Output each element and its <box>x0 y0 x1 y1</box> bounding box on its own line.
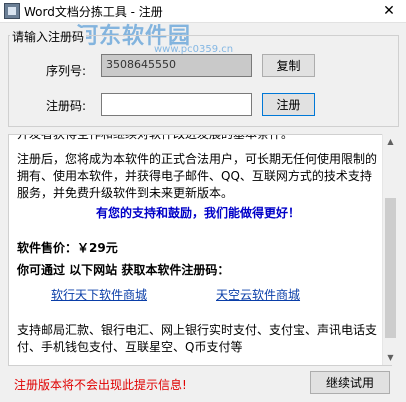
thanks-text: 有您的支持和鼓励，我们能做得更好！ <box>95 206 300 220</box>
scroll-up-icon[interactable]: ▲ <box>383 134 398 149</box>
info-panel: 开发者获得全作和继续对软件改进发展的基本条件。 注册后，您将成为本软件的正式合法… <box>8 134 392 366</box>
app-icon <box>4 3 20 19</box>
serial-label: 序列号: <box>46 64 87 78</box>
where-text: 你可通过 以下网站 获取本软件注册码： <box>17 263 230 277</box>
scroll-thumb[interactable] <box>385 198 396 338</box>
title-bar[interactable]: Word文档分拣工具 - 注册 ✕ <box>0 0 406 23</box>
register-group-title: 请输入注册码 <box>10 28 87 45</box>
code-label: 注册码: <box>46 99 87 113</box>
link-store-1[interactable]: 软行天下软件商城 <box>51 286 147 303</box>
info-cut-line: 开发者获得全作和继续对软件改进发展的基本条件。 <box>17 134 294 141</box>
info-scrollbar[interactable]: ▲ ▼ <box>382 134 398 365</box>
payment-text: 支持邮局汇款、银行电汇、网上银行实时支付、支付宝、声讯电话支付、手机钱包支付、互… <box>17 323 378 354</box>
info-paragraph: 注册后，您将成为本软件的正式合法用户，可长期无任何使用限制的拥有、使用本软件，并… <box>17 152 378 200</box>
footer-warning: 注册版本将不会出现此提示信息! <box>14 378 187 392</box>
code-input[interactable] <box>101 93 252 116</box>
link-store-2[interactable]: 天空云软件商城 <box>216 286 300 303</box>
close-icon[interactable]: ✕ <box>372 0 406 22</box>
price-text: 软件售价：￥29元 <box>17 241 118 255</box>
copy-button[interactable]: 复制 <box>262 54 315 77</box>
scroll-down-icon[interactable]: ▼ <box>383 350 398 365</box>
continue-trial-button[interactable]: 继续试用 <box>310 371 390 394</box>
register-button[interactable]: 注册 <box>262 93 315 116</box>
serial-field[interactable]: 3508645550 <box>101 54 252 77</box>
